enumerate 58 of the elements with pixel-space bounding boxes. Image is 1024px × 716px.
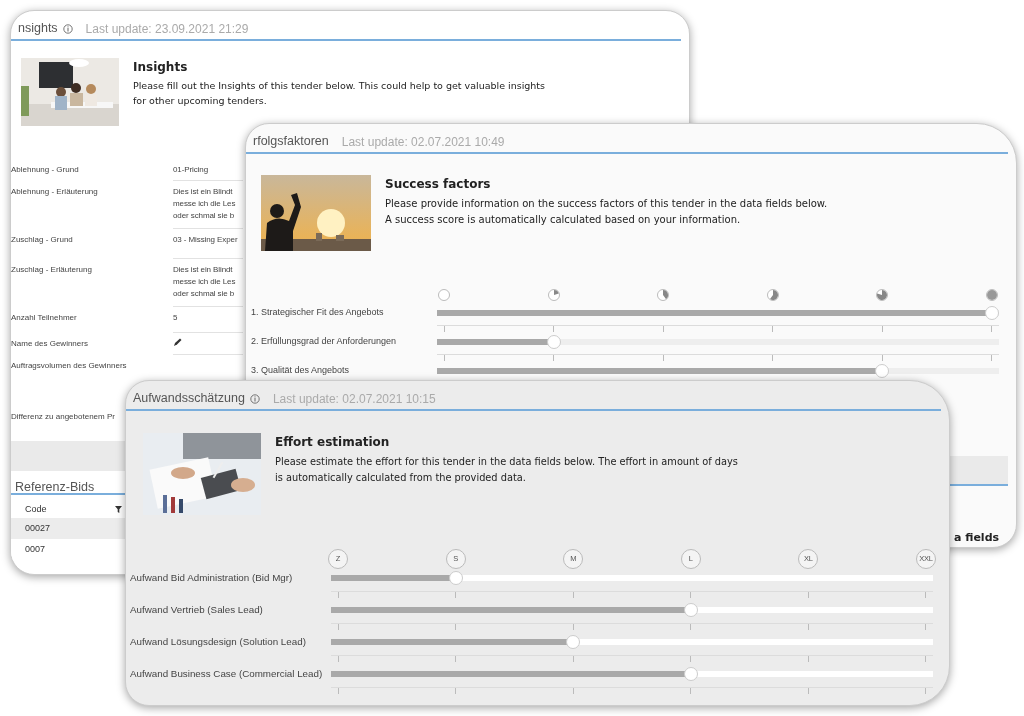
slider-label: Aufwand Vertrieb (Sales Lead) [130, 602, 264, 617]
slider-thumb[interactable] [566, 635, 581, 649]
info-icon[interactable] [62, 23, 73, 34]
field-label: Zuschlag - Erläuterung [11, 264, 93, 276]
field-label: Auftragsvolumen des Gewinners [11, 360, 128, 372]
section-description: Please estimate the effort for this tender in the data fields below. The effort in amount of days is automatically calculated from the provided data. [275, 455, 739, 485]
score-icon [438, 289, 450, 301]
table-cell: 00027 [25, 523, 51, 533]
slider-label: 3. Qualität des Angebots [251, 364, 351, 378]
field-value: messe ich die Les [173, 198, 237, 210]
last-update: Last update: 02.07.2021 10:49 [341, 133, 505, 151]
field-value: Dies ist ein Blindt [173, 264, 234, 276]
field-label: Zuschlag - Grund [11, 234, 74, 246]
field-value: 03 - Missing Exper [173, 229, 243, 259]
section-description: Please provide information on the success factors of this tender in the data fields below. A success score is automatically calculated based on your information. [385, 197, 829, 227]
field-value: Dies ist ein Blindt [173, 186, 234, 198]
field-label: Ablehnung - Grund [11, 164, 80, 176]
slider-label: Aufwand Lösungsdesign (Solution Lead) [130, 634, 307, 649]
slider-label: Aufwand Bid Administration (Bid Mgr) [130, 570, 294, 585]
pencil-icon[interactable] [173, 338, 182, 347]
section-heading: Success factors [385, 177, 492, 192]
filter-icon[interactable] [115, 506, 122, 513]
score-icon [766, 289, 779, 301]
section-description: Please fill out the Insights of this tender below. This could help to get valuable insights for other upcoming tenders. [133, 79, 546, 109]
field-label: Differenz zu angebotenem Pr [11, 411, 116, 423]
table-cell: 0007 [25, 544, 46, 554]
section-title: Referenz-Bids [15, 480, 95, 494]
panel-title: Aufwandsschätzung [133, 391, 245, 406]
field-value: messe ich die Les [173, 276, 237, 288]
slider-thumb[interactable] [985, 306, 999, 320]
slider-thumb[interactable] [875, 364, 890, 378]
info-icon[interactable] [249, 393, 260, 404]
column-header: Code [25, 502, 47, 516]
score-icon [985, 289, 998, 301]
score-icon [876, 289, 889, 301]
score-icon [547, 289, 560, 301]
last-update: Last update: 02.07.2021 10:15 [272, 390, 436, 408]
slider-thumb[interactable] [546, 335, 561, 349]
field-value: oder schmal sie b [173, 210, 235, 222]
panel-title: nsights [18, 21, 58, 36]
slider-thumb[interactable] [448, 571, 463, 585]
field-value: 01-Pricing [173, 159, 243, 181]
field-label: Ablehnung - Erläuterung [11, 186, 99, 198]
section-heading: Effort estimation [275, 435, 391, 450]
slider-label: 2. Erfüllungsgrad der Anforderungen [251, 335, 398, 349]
field-label: Anzahl Teilnehmer [11, 312, 78, 324]
field-label: Name des Gewinners [11, 338, 89, 350]
last-update: Last update: 23.09.2021 21:29 [85, 20, 249, 38]
slider-thumb[interactable] [683, 667, 698, 681]
panel-title: rfolgsfaktoren [253, 134, 329, 149]
field-value: oder schmal sie b [173, 288, 235, 300]
slider-label: Aufwand Business Case (Commercial Lead) [130, 666, 324, 681]
score-icon [657, 289, 670, 301]
slider-thumb[interactable] [683, 603, 698, 617]
field-value: 5 [173, 307, 243, 333]
section-heading: Insights [133, 60, 189, 75]
section-description: a fields [954, 531, 1000, 544]
slider-label: 1. Strategischer Fit des Angebots [251, 306, 385, 320]
